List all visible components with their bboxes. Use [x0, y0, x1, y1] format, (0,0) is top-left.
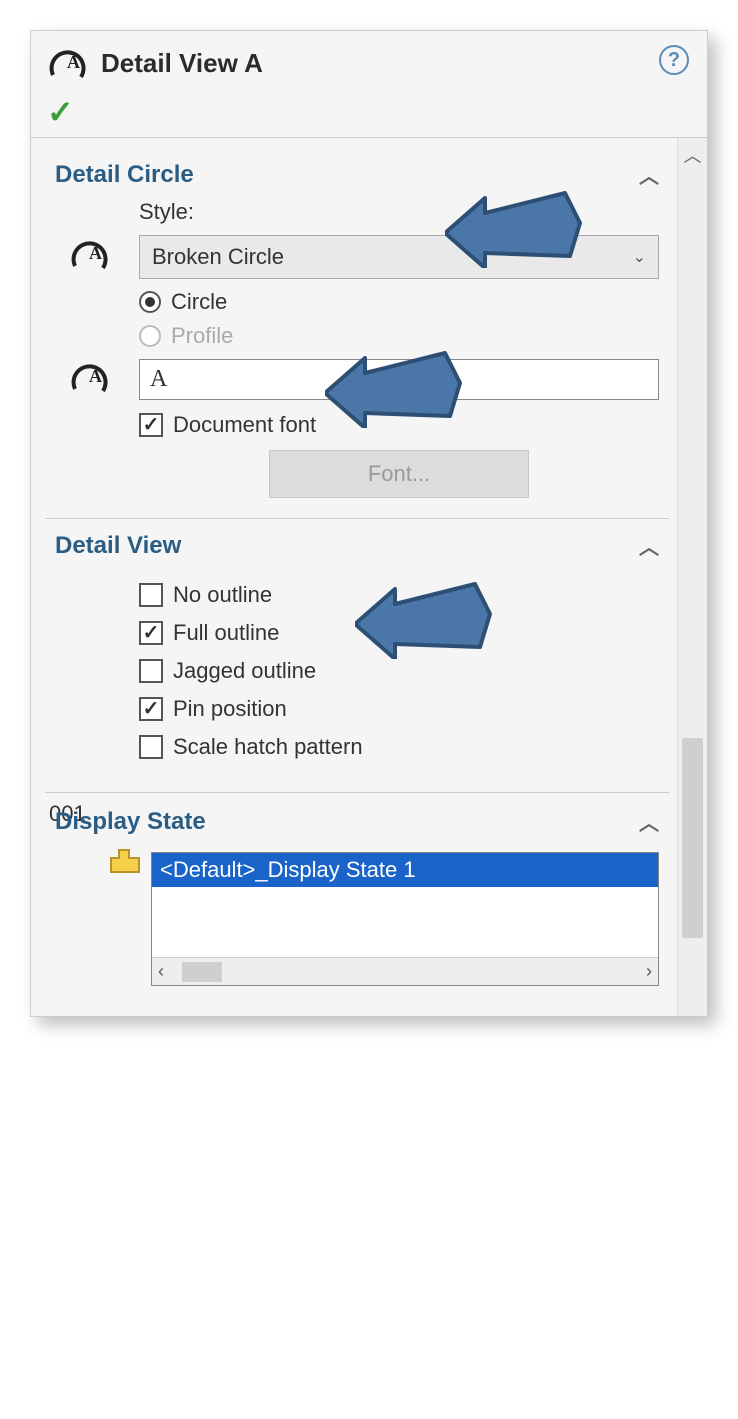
- horizontal-scrollbar[interactable]: ‹ ›: [152, 957, 658, 985]
- display-state-item-selected[interactable]: <Default>_Display State 1: [152, 853, 658, 887]
- radio-profile-label: Profile: [171, 323, 233, 349]
- display-state-list[interactable]: <Default>_Display State 1 ‹ ›: [151, 852, 659, 986]
- scroll-up-icon[interactable]: ︿: [678, 142, 707, 168]
- style-dropdown[interactable]: Broken Circle ⌄: [139, 235, 659, 279]
- section-detail-circle: Detail Circle ︿ Style: A Broken Ci: [45, 148, 669, 519]
- jagged-outline-label: Jagged outline: [173, 658, 316, 684]
- scale-hatch-label: Scale hatch pattern: [173, 734, 363, 760]
- radio-circle[interactable]: [139, 291, 161, 313]
- no-outline-row[interactable]: No outline: [139, 582, 659, 608]
- section-detail-view: Detail View ︿ No outline Full outline Ja…: [45, 519, 669, 793]
- section-title: Detail Circle: [55, 161, 194, 189]
- radio-circle-label: Circle: [171, 289, 227, 315]
- no-outline-label: No outline: [173, 582, 272, 608]
- scroll-thumb[interactable]: [182, 962, 222, 982]
- scale-hatch-checkbox[interactable]: [139, 735, 163, 759]
- panel-title: Detail View A: [101, 48, 263, 79]
- document-font-label: Document font: [173, 412, 316, 438]
- svg-text:A: A: [89, 366, 102, 386]
- document-font-checkbox[interactable]: [139, 413, 163, 437]
- full-outline-row[interactable]: Full outline: [139, 620, 659, 646]
- display-state-empty: [152, 887, 658, 957]
- collapse-icon: ︿: [639, 160, 659, 189]
- panel-header: A Detail View A ? ✓: [31, 31, 707, 138]
- scroll-left-icon[interactable]: ‹: [158, 961, 164, 982]
- section-header-detail-view[interactable]: Detail View ︿: [49, 527, 665, 564]
- svg-text:A: A: [67, 52, 80, 72]
- jagged-outline-checkbox[interactable]: [139, 659, 163, 683]
- pin-position-row[interactable]: Pin position: [139, 696, 659, 722]
- help-button[interactable]: ?: [659, 45, 689, 75]
- name-icon: A: [69, 357, 113, 403]
- section-title: Display State: [55, 808, 206, 836]
- detail-name-input[interactable]: A: [139, 359, 659, 400]
- section-display-state: 001 Display State ︿ document.currentScri…: [45, 793, 669, 1006]
- collapse-icon: ︿: [639, 531, 659, 560]
- radio-circle-row[interactable]: Circle: [139, 289, 659, 315]
- full-outline-label: Full outline: [173, 620, 279, 646]
- pin-position-label: Pin position: [173, 696, 287, 722]
- radio-profile-row[interactable]: Profile: [139, 323, 659, 349]
- jagged-outline-row[interactable]: Jagged outline: [139, 658, 659, 684]
- scroll-thumb[interactable]: [682, 738, 703, 938]
- svg-text:A: A: [89, 243, 102, 263]
- detail-view-icon: A: [47, 43, 91, 83]
- vertical-scrollbar[interactable]: ︿: [677, 138, 707, 1016]
- collapse-icon: ︿: [639, 807, 659, 836]
- full-outline-checkbox[interactable]: [139, 621, 163, 645]
- style-icon: A: [69, 234, 113, 280]
- section-title: Detail View: [55, 532, 181, 560]
- section-header-display-state[interactable]: Display State ︿: [49, 803, 665, 840]
- style-label: Style:: [139, 199, 659, 225]
- chevron-down-icon: ⌄: [633, 247, 646, 267]
- property-manager-panel: A Detail View A ? ✓ Detail Circle ︿ Styl…: [30, 30, 708, 1017]
- radio-profile[interactable]: [139, 325, 161, 347]
- ok-button[interactable]: ✓: [47, 93, 691, 131]
- scroll-right-icon[interactable]: ›: [646, 961, 652, 982]
- no-outline-checkbox[interactable]: [139, 583, 163, 607]
- scale-hatch-row[interactable]: Scale hatch pattern: [139, 734, 659, 760]
- pin-position-checkbox[interactable]: [139, 697, 163, 721]
- section-header-detail-circle[interactable]: Detail Circle ︿: [49, 156, 665, 193]
- font-button[interactable]: Font...: [269, 450, 529, 498]
- display-state-icon: [109, 846, 141, 874]
- style-value: Broken Circle: [152, 244, 284, 269]
- document-font-row[interactable]: Document font: [139, 412, 659, 438]
